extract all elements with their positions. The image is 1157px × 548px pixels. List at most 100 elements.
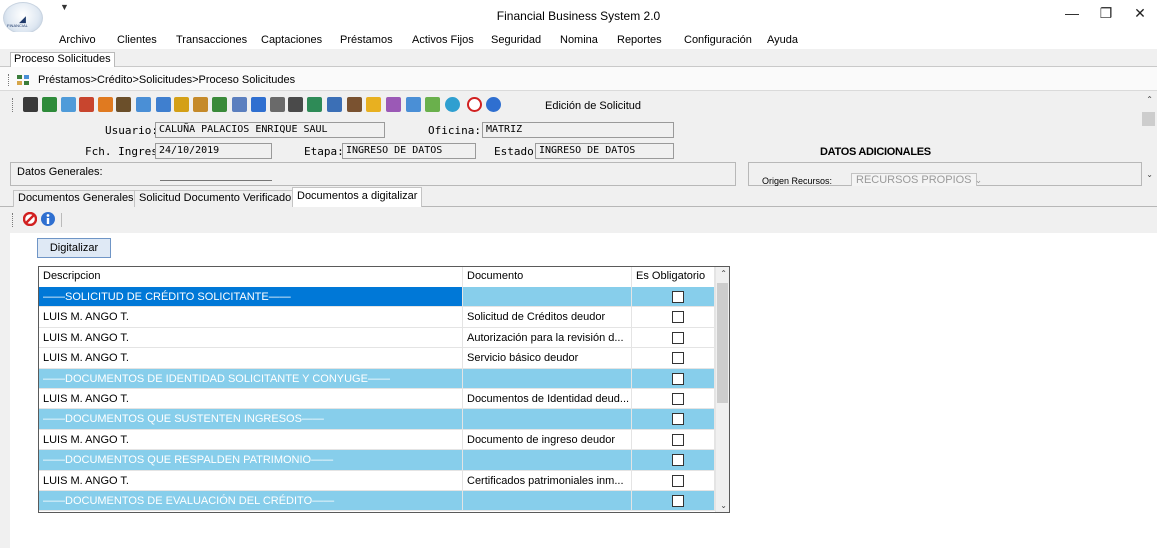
chart-doc-icon[interactable] xyxy=(61,97,76,112)
menu-activos-fijos[interactable]: Activos Fijos xyxy=(412,34,474,46)
users-icon[interactable] xyxy=(79,97,94,112)
group-icon[interactable] xyxy=(366,97,381,112)
obligatorio-checkbox[interactable] xyxy=(672,352,684,365)
wand-icon[interactable] xyxy=(386,97,401,112)
group-row[interactable]: ——DOCUMENTOS QUE RESPALDEN PATRIMONIO—— xyxy=(39,450,715,471)
toolbar-grip[interactable] xyxy=(12,98,15,112)
minimize-button[interactable]: — xyxy=(1059,5,1085,25)
doc-edit-icon[interactable] xyxy=(156,97,171,112)
cell-es-obligatorio xyxy=(632,491,715,511)
menu-archivo[interactable]: Archivo xyxy=(59,34,96,46)
cell-descripcion: LUIS M. ANGO T. xyxy=(39,470,463,490)
list-icon[interactable] xyxy=(23,97,38,112)
main-scrollbar[interactable]: ⌃ ⌄ xyxy=(1141,92,1157,186)
column-header-descripcion[interactable]: Descripcion xyxy=(39,267,463,287)
obligatorio-checkbox[interactable] xyxy=(672,495,684,507)
cell-documento: Servicio básico deudor xyxy=(463,348,632,368)
globe-icon[interactable] xyxy=(445,97,460,112)
table-row[interactable]: LUIS M. ANGO T. Solicitud de Créditos deu… xyxy=(39,307,715,328)
menu-seguridad[interactable]: Seguridad xyxy=(491,34,541,46)
edit-icon[interactable] xyxy=(251,97,266,112)
export-icon[interactable] xyxy=(406,97,421,112)
tab-documentos-generales[interactable]: Documentos Generales xyxy=(13,190,139,207)
fch-ingreso-field[interactable]: 24/10/2019 xyxy=(155,143,272,159)
usuario-field[interactable]: CALUÑA PALACIOS ENRIQUE SAUL xyxy=(155,122,385,138)
toolbar-grip[interactable] xyxy=(8,74,11,86)
obligatorio-checkbox[interactable] xyxy=(672,331,684,344)
menu-configuracion[interactable]: Configuración xyxy=(684,34,752,46)
origen-recursos-label: Origen Recursos: xyxy=(762,176,833,186)
tab-documentos-a-digitalizar[interactable]: Documentos a digitalizar xyxy=(292,187,423,208)
menu-reportes[interactable]: Reportes xyxy=(617,34,662,46)
menu-ayuda[interactable]: Ayuda xyxy=(767,34,798,46)
printer-icon[interactable] xyxy=(193,97,208,112)
scroll-up-icon[interactable]: ⌃ xyxy=(720,269,727,278)
datos-generales-field[interactable] xyxy=(160,180,272,181)
obligatorio-checkbox[interactable] xyxy=(672,291,684,303)
obligatorio-checkbox[interactable] xyxy=(672,311,684,324)
stack-icon[interactable] xyxy=(270,97,285,112)
digitalizar-button[interactable]: Digitalizar xyxy=(37,238,111,258)
close-button[interactable]: ✕ xyxy=(1127,5,1153,25)
table-row[interactable]: LUIS M. ANGO T. Documentos de Identidad d… xyxy=(39,389,715,410)
pencil-icon[interactable] xyxy=(174,97,189,112)
main-scroll-thumb[interactable] xyxy=(1142,112,1155,126)
window-title: Financial Business System 2.0 xyxy=(496,9,661,23)
estado-field[interactable]: INGRESO DE DATOS xyxy=(535,143,674,159)
table-row[interactable]: LUIS M. ANGO T. Documento de ingreso deud… xyxy=(39,429,715,451)
report-icon[interactable] xyxy=(425,97,440,112)
obligatorio-checkbox[interactable] xyxy=(672,454,684,467)
tab-solicitud-documento-verificado[interactable]: Solicitud Documento Verificado xyxy=(134,190,297,207)
print-icon[interactable] xyxy=(288,97,303,112)
tab-proceso-solicitudes[interactable]: Proceso Solicitudes xyxy=(10,52,115,67)
scroll-down-icon[interactable]: ⌄ xyxy=(1146,170,1153,179)
table-row[interactable]: LUIS M. ANGO T. Autorización para la revi… xyxy=(39,327,715,349)
group-row[interactable]: ——SOLICITUD DE CRÉDITO SOLICITANTE—— xyxy=(39,287,715,308)
group-row[interactable]: ——DOCUMENTOS DE IDENTIDAD SOLICITANTE Y … xyxy=(39,368,715,389)
table-row[interactable]: LUIS M. ANGO T. Servicio básico deudor xyxy=(39,348,715,369)
obligatorio-checkbox[interactable] xyxy=(672,474,684,487)
doc-check-icon[interactable] xyxy=(307,97,322,112)
usuario-label: Usuario: xyxy=(105,124,158,137)
cell-es-obligatorio xyxy=(632,389,715,409)
menu-prestamos[interactable]: Préstamos xyxy=(340,34,393,46)
column-header-es-obligatorio[interactable]: Es Obligatorio xyxy=(632,267,715,287)
obligatorio-checkbox[interactable] xyxy=(672,433,684,446)
datos-generales-label: Datos Generales: xyxy=(17,166,103,178)
grid-scroll-thumb[interactable] xyxy=(717,283,728,403)
cell-es-obligatorio xyxy=(632,470,715,490)
menu-captaciones[interactable]: Captaciones xyxy=(261,34,322,46)
home-icon[interactable] xyxy=(98,97,113,112)
cell-es-obligatorio xyxy=(632,450,715,470)
green-book-icon[interactable] xyxy=(42,97,57,112)
cell-documento: Solicitud de Créditos deudor xyxy=(463,307,632,327)
scroll-down-icon[interactable]: ⌄ xyxy=(720,501,727,510)
oficina-field[interactable]: MATRIZ xyxy=(482,122,674,138)
toolbar-grip[interactable] xyxy=(12,213,15,227)
doc-user-icon[interactable] xyxy=(347,97,362,112)
group-row[interactable]: ——DOCUMENTOS DE EVALUACIÓN DEL CRÉDITO—— xyxy=(39,491,715,512)
obligatorio-checkbox[interactable] xyxy=(672,372,684,385)
group-row[interactable]: ——DOCUMENTOS QUE SUSTENTEN INGRESOS—— xyxy=(39,409,715,430)
tree-icon[interactable] xyxy=(212,97,227,112)
etapa-field[interactable]: INGRESO DE DATOS xyxy=(342,143,476,159)
cancel-icon[interactable] xyxy=(23,212,37,226)
info-icon[interactable] xyxy=(40,211,56,227)
cancel-icon[interactable] xyxy=(467,97,482,112)
obligatorio-checkbox[interactable] xyxy=(672,393,684,405)
book-icon[interactable] xyxy=(327,97,342,112)
column-header-documento[interactable]: Documento xyxy=(463,267,632,287)
scroll-up-icon[interactable]: ⌃ xyxy=(1146,95,1153,104)
table-icon[interactable] xyxy=(232,97,247,112)
restore-button[interactable]: ❐ xyxy=(1093,5,1119,25)
origen-recursos-select[interactable]: RECURSOS PROPIOS ⌄ xyxy=(851,173,982,187)
table-row[interactable]: LUIS M. ANGO T. Certificados patrimoniale… xyxy=(39,470,715,491)
menu-nomina[interactable]: Nomina xyxy=(560,34,598,46)
menu-clientes[interactable]: Clientes xyxy=(117,34,157,46)
menu-transacciones[interactable]: Transacciones xyxy=(176,34,247,46)
doc-arrow-icon[interactable] xyxy=(136,97,151,112)
obligatorio-checkbox[interactable] xyxy=(672,413,684,426)
grid-scrollbar[interactable]: ⌃ ⌄ xyxy=(715,267,729,512)
info-icon[interactable] xyxy=(486,97,501,112)
tools-icon[interactable] xyxy=(116,97,131,112)
